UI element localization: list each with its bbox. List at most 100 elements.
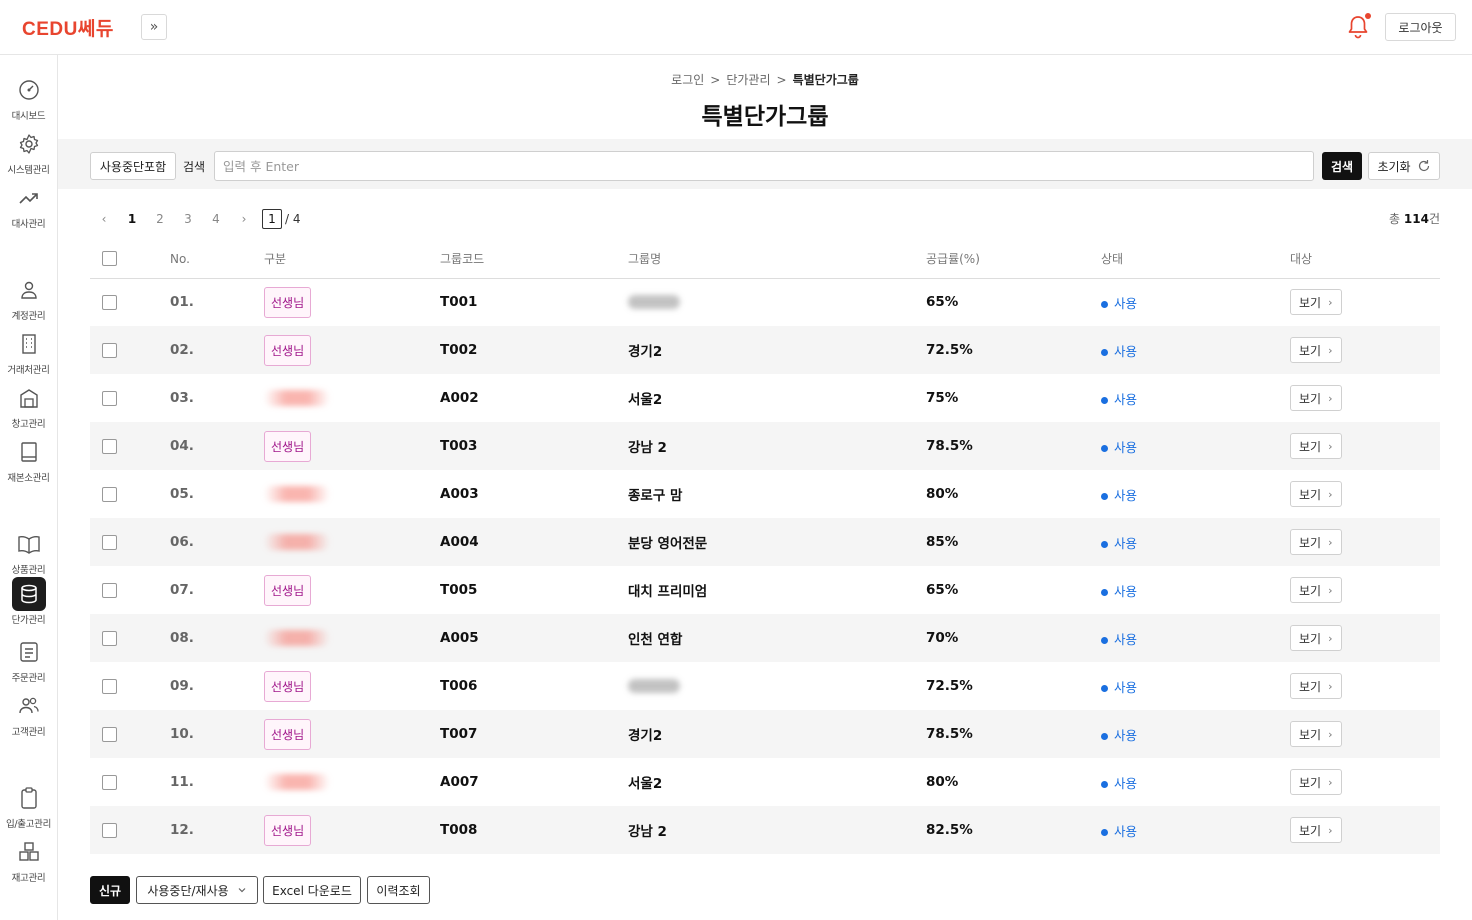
excel-download-button[interactable]: Excel 다운로드	[263, 876, 361, 904]
row-checkbox[interactable]	[102, 774, 117, 790]
column-header-code[interactable]: 그룹코드	[440, 240, 628, 279]
select-all-checkbox[interactable]	[102, 251, 117, 267]
status-dot-icon	[1101, 828, 1108, 836]
view-target-button[interactable]: 보기 ›	[1290, 673, 1342, 699]
sidebar-item-account[interactable]: 계정관리	[0, 273, 57, 322]
view-target-button[interactable]: 보기 ›	[1290, 289, 1342, 316]
status-dot-icon	[1101, 684, 1108, 692]
row-checkbox[interactable]	[102, 486, 117, 502]
open-book-icon	[17, 535, 40, 554]
view-target-button[interactable]: 보기 ›	[1290, 529, 1342, 555]
supply-rate: 78.5%	[926, 710, 1101, 758]
column-header-name[interactable]: 그룹명	[628, 240, 926, 279]
column-header-no[interactable]: No.	[170, 240, 264, 279]
sidebar-item-order[interactable]: 주문관리	[0, 635, 57, 684]
chevron-right-icon: ›	[1328, 295, 1333, 309]
sidebar-item-dashboard[interactable]: 대시보드	[0, 73, 57, 122]
page-link-3[interactable]: 3	[174, 212, 202, 226]
row-number: 09.	[170, 678, 194, 694]
view-target-button[interactable]: 보기 ›	[1290, 721, 1342, 747]
history-button[interactable]: 이력조회	[367, 876, 430, 904]
include-stopped-button[interactable]: 사용중단포함	[90, 152, 176, 180]
supply-rate: 65%	[926, 294, 959, 311]
database-icon	[20, 584, 37, 604]
column-header-type[interactable]: 구분	[264, 240, 440, 279]
view-target-button[interactable]: 보기 ›	[1290, 433, 1342, 459]
reset-button[interactable]: 초기화	[1368, 152, 1440, 180]
sidebar-item-inout[interactable]: 입/출고관리	[0, 781, 57, 830]
row-checkbox[interactable]	[102, 726, 117, 742]
supply-rate: 75%	[926, 390, 959, 406]
view-target-button[interactable]: 보기 ›	[1290, 769, 1342, 795]
row-checkbox[interactable]	[102, 582, 117, 598]
row-checkbox[interactable]	[102, 438, 117, 454]
next-page-icon[interactable]: ›	[230, 212, 258, 226]
page-link-2[interactable]: 2	[146, 212, 174, 226]
page-link-1[interactable]: 1	[118, 212, 146, 226]
status-cell: 사용	[1101, 710, 1290, 758]
expand-sidebar-button[interactable]: »	[141, 14, 167, 40]
sidebar-item-price[interactable]: 단가관리	[0, 577, 57, 626]
status-dot-icon	[1101, 492, 1108, 500]
row-number: 01.	[170, 294, 194, 311]
breadcrumb-item-current: 특별단가그룹	[792, 73, 859, 87]
view-label: 보기	[1299, 343, 1322, 358]
group-code: A003	[440, 486, 479, 502]
page-jump-input[interactable]: 1	[262, 209, 282, 229]
sidebar-item-label: 단가관리	[11, 615, 46, 626]
page-link-4[interactable]: 4	[202, 212, 230, 226]
row-checkbox[interactable]	[102, 630, 117, 646]
view-target-button[interactable]: 보기 ›	[1290, 481, 1342, 507]
sidebar-item-system[interactable]: 시스템관리	[0, 127, 57, 176]
view-target-button[interactable]: 보기 ›	[1290, 337, 1342, 363]
row-checkbox[interactable]	[102, 822, 117, 838]
row-checkbox[interactable]	[102, 342, 117, 358]
status-cell: 사용	[1101, 518, 1290, 566]
toggle-use-dropdown[interactable]: 사용중단/재사용	[136, 876, 258, 904]
chevron-right-icon: ›	[1328, 343, 1333, 357]
status-label: 사용	[1114, 295, 1138, 311]
group-name: 분당 영어전문	[628, 536, 708, 552]
sidebar-item-stock[interactable]: 재고관리	[0, 835, 57, 884]
sidebar-item-reconcile[interactable]: 대사관리	[0, 181, 57, 230]
row-checkbox[interactable]	[102, 678, 117, 694]
new-button[interactable]: 신규	[90, 876, 130, 904]
sidebar-item-label: 창고관리	[11, 419, 46, 430]
group-code: T007	[440, 710, 628, 758]
column-header-target[interactable]: 대상	[1290, 240, 1440, 279]
table-row: 10. 선생님 T007 경기2 78.5% 사용 보기 ›	[90, 710, 1440, 758]
row-number: 08.	[170, 614, 264, 662]
search-input[interactable]	[214, 151, 1314, 181]
breadcrumb-item-price[interactable]: 단가관리	[726, 73, 770, 87]
prev-page-icon[interactable]: ‹	[96, 212, 112, 226]
group-name: 경기2	[628, 344, 663, 360]
status-label: 사용	[1114, 343, 1138, 359]
column-header-status[interactable]: 상태	[1101, 240, 1290, 279]
view-target-button[interactable]: 보기 ›	[1290, 385, 1342, 411]
type-tag: 선생님	[264, 286, 312, 318]
row-checkbox[interactable]	[102, 390, 117, 406]
sidebar-item-client[interactable]: 거래처관리	[0, 327, 57, 376]
sidebar-item-bindery[interactable]: 재본소관리	[0, 435, 57, 484]
row-checkbox[interactable]	[102, 294, 117, 310]
supply-rate: 82.5%	[926, 806, 1101, 854]
logout-button[interactable]: 로그아웃	[1385, 13, 1456, 41]
row-number: 05.	[170, 486, 194, 502]
view-target-button[interactable]: 보기 ›	[1290, 625, 1342, 651]
sidebar-item-customer[interactable]: 고객관리	[0, 689, 57, 738]
search-button[interactable]: 검색	[1322, 152, 1362, 180]
status-label: 사용	[1114, 727, 1138, 743]
sidebar-item-product[interactable]: 상품관리	[0, 527, 57, 576]
row-checkbox[interactable]	[102, 534, 117, 550]
brand-logo[interactable]: CEDU쎄듀	[22, 14, 114, 41]
column-header-rate[interactable]: 공급률(%)	[926, 240, 1101, 279]
breadcrumb: 로그인 > 단가관리 > 특별단가그룹	[58, 71, 1472, 88]
row-number: 04.	[170, 422, 264, 470]
table-row: 11. A007 서울2 80% 사용 보기 ›	[90, 758, 1440, 806]
view-target-button[interactable]: 보기 ›	[1290, 817, 1342, 843]
view-target-button[interactable]: 보기 ›	[1290, 577, 1342, 603]
breadcrumb-item-login[interactable]: 로그인	[671, 73, 704, 87]
chevron-right-icon: ›	[1328, 391, 1333, 405]
table-row: 05. A003 종로구 맘 80% 사용 보기 ›	[90, 470, 1440, 518]
sidebar-item-warehouse[interactable]: 창고관리	[0, 381, 57, 430]
